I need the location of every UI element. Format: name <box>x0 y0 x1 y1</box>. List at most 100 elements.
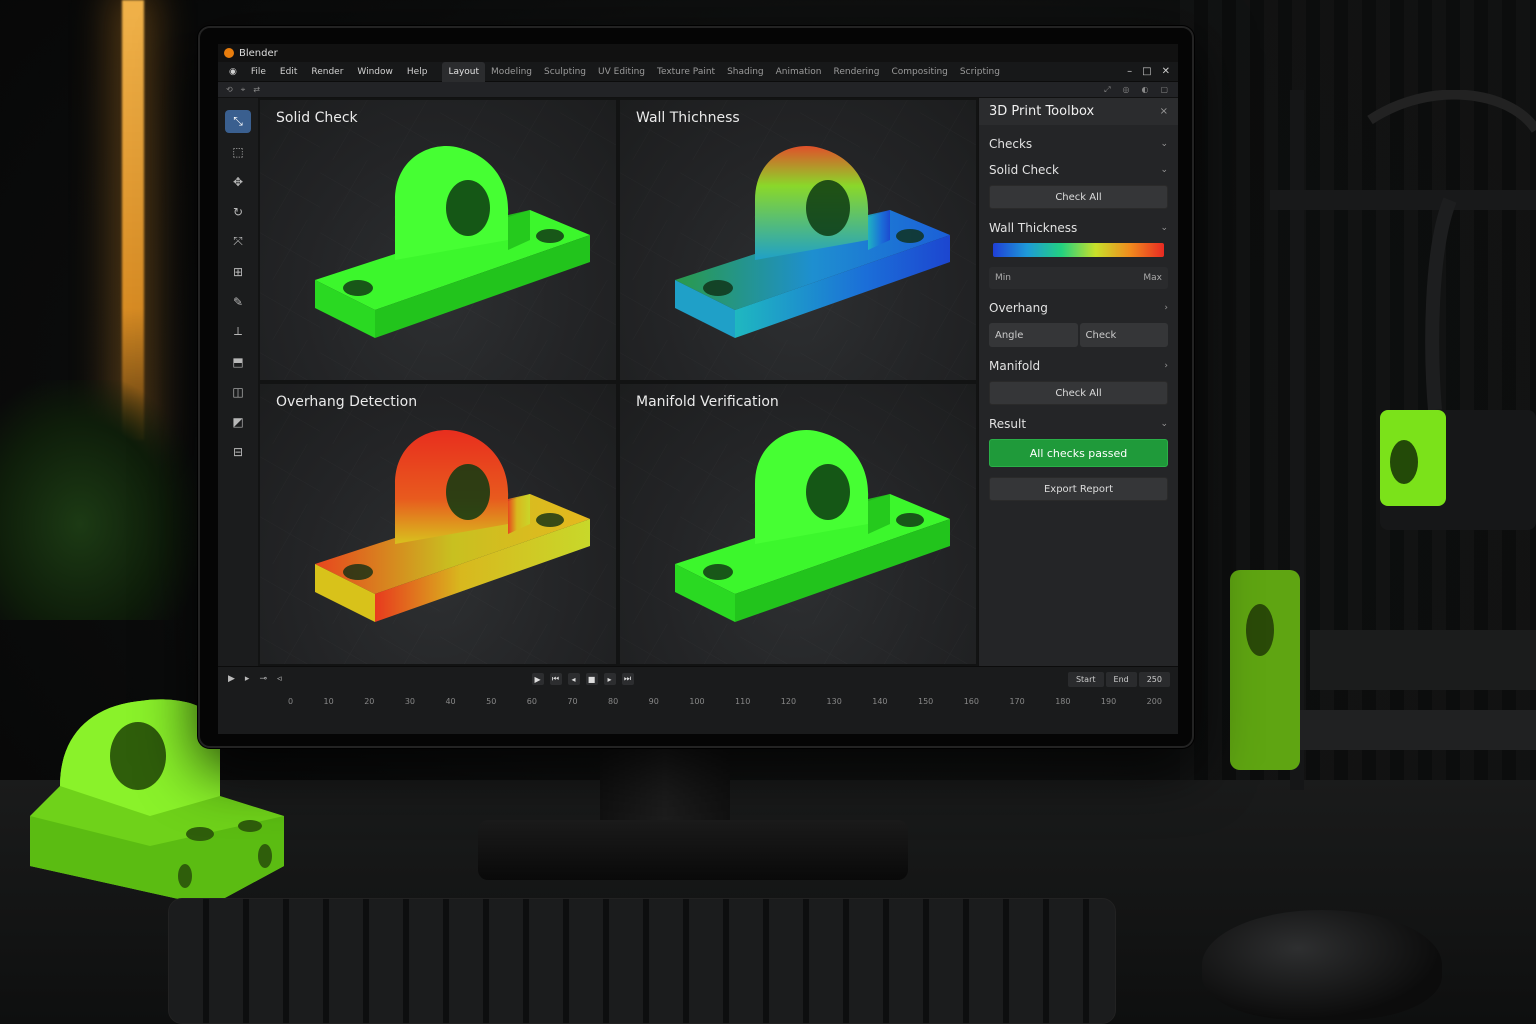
monitor-base <box>478 820 908 880</box>
keying-icon[interactable]: ⊸ <box>259 674 267 684</box>
menu-help[interactable]: Help <box>400 67 435 77</box>
3d-printer <box>1230 90 1536 790</box>
menu-render[interactable]: Render <box>304 67 350 77</box>
section-overhang[interactable]: Overhang › <box>989 301 1168 315</box>
gizmo-icon[interactable]: ⤢ <box>1104 85 1110 95</box>
panel-close-icon[interactable]: × <box>1160 106 1168 117</box>
extrude-icon[interactable]: ⬒ <box>225 350 251 373</box>
tab-texture-paint[interactable]: Texture Paint <box>651 62 721 82</box>
annotate-icon[interactable]: ✎ <box>225 290 251 313</box>
tab-layout[interactable]: Layout <box>442 61 486 82</box>
overhang-check-button[interactable]: Check <box>1079 323 1168 347</box>
blender-logo-icon <box>224 48 234 58</box>
tab-uv-editing[interactable]: UV Editing <box>592 62 651 82</box>
section-label: Wall Thickness <box>989 221 1078 235</box>
overhang-angle-field[interactable]: Angle <box>989 323 1078 347</box>
timeline-tick: 30 <box>404 696 416 706</box>
timeline-tick: 70 <box>567 696 578 706</box>
viewport-overhang-detection[interactable]: Overhang Detection <box>260 384 616 664</box>
timeline-tick: 40 <box>445 696 456 706</box>
timeline-tick: 80 <box>608 696 619 706</box>
viewport-wall-thickness[interactable]: Wall Thichness <box>620 100 976 380</box>
mode-icon[interactable]: ⟲ <box>226 85 233 94</box>
section-solid-check[interactable]: Solid Check ⌄ <box>989 163 1168 177</box>
bracket-geometry <box>315 145 590 338</box>
jump-start-button[interactable]: ⏮ <box>549 673 562 685</box>
stop-button[interactable]: ■ <box>585 673 598 685</box>
start-frame-label[interactable]: Start <box>1067 671 1104 687</box>
section-result[interactable]: Result ⌄ <box>989 417 1168 431</box>
end-frame-value[interactable]: 250 <box>1138 671 1170 687</box>
menu-window[interactable]: Window <box>350 67 400 77</box>
section-manifold[interactable]: Manifold › <box>989 359 1168 373</box>
bevel-icon[interactable]: ◩ <box>225 410 251 433</box>
jump-end-button[interactable]: ⏭ <box>621 673 634 685</box>
view-menu-icon[interactable]: ▢ <box>1160 85 1168 95</box>
menu-edit[interactable]: Edit <box>273 67 304 77</box>
section-checks[interactable]: Checks ⌄ <box>989 137 1168 151</box>
transform-icon[interactable]: ⇄ <box>253 85 260 94</box>
mouse <box>1202 910 1442 1020</box>
max-label: Max <box>1143 273 1162 283</box>
chevron-right-icon: › <box>1164 303 1168 313</box>
snap-icon[interactable]: ⌖ <box>241 85 246 95</box>
timeline-tick: 10 <box>323 696 334 706</box>
prev-key-button[interactable]: ◂ <box>567 673 580 685</box>
manifold-check-all-button[interactable]: Check All <box>989 381 1168 405</box>
transform-tool-icon[interactable]: ⊞ <box>225 260 251 283</box>
section-wall-thickness[interactable]: Wall Thickness ⌄ <box>989 221 1168 235</box>
tab-animation[interactable]: Animation <box>770 62 828 82</box>
viewport-title: Manifold Verification <box>636 394 779 410</box>
rotate-icon[interactable]: ↻ <box>225 200 251 223</box>
chevron-down-icon: ⌄ <box>1160 165 1168 175</box>
close-button[interactable]: ✕ <box>1162 66 1170 77</box>
inset-icon[interactable]: ◫ <box>225 380 251 403</box>
tool-shelf: ⤡ ⬚ ✥ ↻ ⤧ ⊞ ✎ ⟂ ⬒ ◫ ◩ ⊟ <box>218 98 258 666</box>
loop-cut-icon[interactable]: ⊟ <box>225 440 251 463</box>
bracket-geometry <box>315 429 590 622</box>
play-button[interactable]: ▶ <box>531 673 544 685</box>
viewport-manifold-verification[interactable]: Manifold Verification <box>620 384 976 664</box>
timeline-tick: 60 <box>526 696 537 706</box>
header-toolbar: ⟲ ⌖ ⇄ ⤢ ◎ ◐ ▢ <box>218 82 1178 98</box>
timeline-tick: 190 <box>1100 696 1117 706</box>
viewport-solid-check[interactable]: Solid Check <box>260 100 616 380</box>
scale-icon[interactable]: ⤧ <box>225 230 251 253</box>
tab-shading[interactable]: Shading <box>721 62 770 82</box>
overhang-controls: Angle Check <box>989 323 1168 347</box>
tab-scripting[interactable]: Scripting <box>954 62 1006 82</box>
print-toolbox-panel: 3D Print Toolbox × Checks ⌄ Solid Check … <box>978 98 1178 666</box>
tab-compositing[interactable]: Compositing <box>885 62 953 82</box>
move-icon[interactable]: ✥ <box>225 170 251 193</box>
plant <box>0 380 200 620</box>
result-status-badge: All checks passed <box>989 439 1168 467</box>
blender-menu-icon[interactable]: ◉ <box>222 67 244 77</box>
overlay-icon[interactable]: ◎ <box>1122 85 1129 95</box>
menu-file[interactable]: File <box>244 67 273 77</box>
solid-check-all-button[interactable]: Check All <box>989 185 1168 209</box>
frame-range: Start End 250 <box>1067 671 1170 687</box>
tab-rendering[interactable]: Rendering <box>828 62 886 82</box>
chevron-down-icon: ⌄ <box>1160 139 1168 149</box>
marker-icon[interactable]: ◃ <box>277 674 282 684</box>
select-box-icon[interactable]: ⬚ <box>225 140 251 163</box>
tab-modeling[interactable]: Modeling <box>485 62 538 82</box>
section-label: Result <box>989 417 1027 431</box>
measure-icon[interactable]: ⟂ <box>225 320 251 343</box>
keyboard <box>168 898 1116 1024</box>
maximize-button[interactable]: □ <box>1142 66 1151 77</box>
chevron-down-icon: ⌄ <box>1160 223 1168 233</box>
end-frame-label[interactable]: End <box>1105 671 1137 687</box>
timeline-editor-icon[interactable]: ▶ <box>228 674 235 684</box>
export-report-button[interactable]: Export Report <box>989 477 1168 501</box>
timeline-ruler[interactable]: 0 10 20 30 40 50 60 70 80 90 100 110 120 130 140 150 160… <box>218 691 1178 711</box>
thickness-range[interactable]: Min Max <box>989 267 1168 289</box>
app-title: Blender <box>239 47 278 59</box>
tab-sculpting[interactable]: Sculpting <box>538 62 592 82</box>
minimize-button[interactable]: – <box>1127 66 1132 77</box>
next-key-button[interactable]: ▸ <box>603 673 616 685</box>
cursor-tool-icon[interactable]: ⤡ <box>225 110 251 133</box>
playback-icon[interactable]: ▸ <box>245 674 250 684</box>
shading-icon[interactable]: ◐ <box>1141 85 1148 95</box>
chevron-down-icon: ⌄ <box>1160 419 1168 429</box>
